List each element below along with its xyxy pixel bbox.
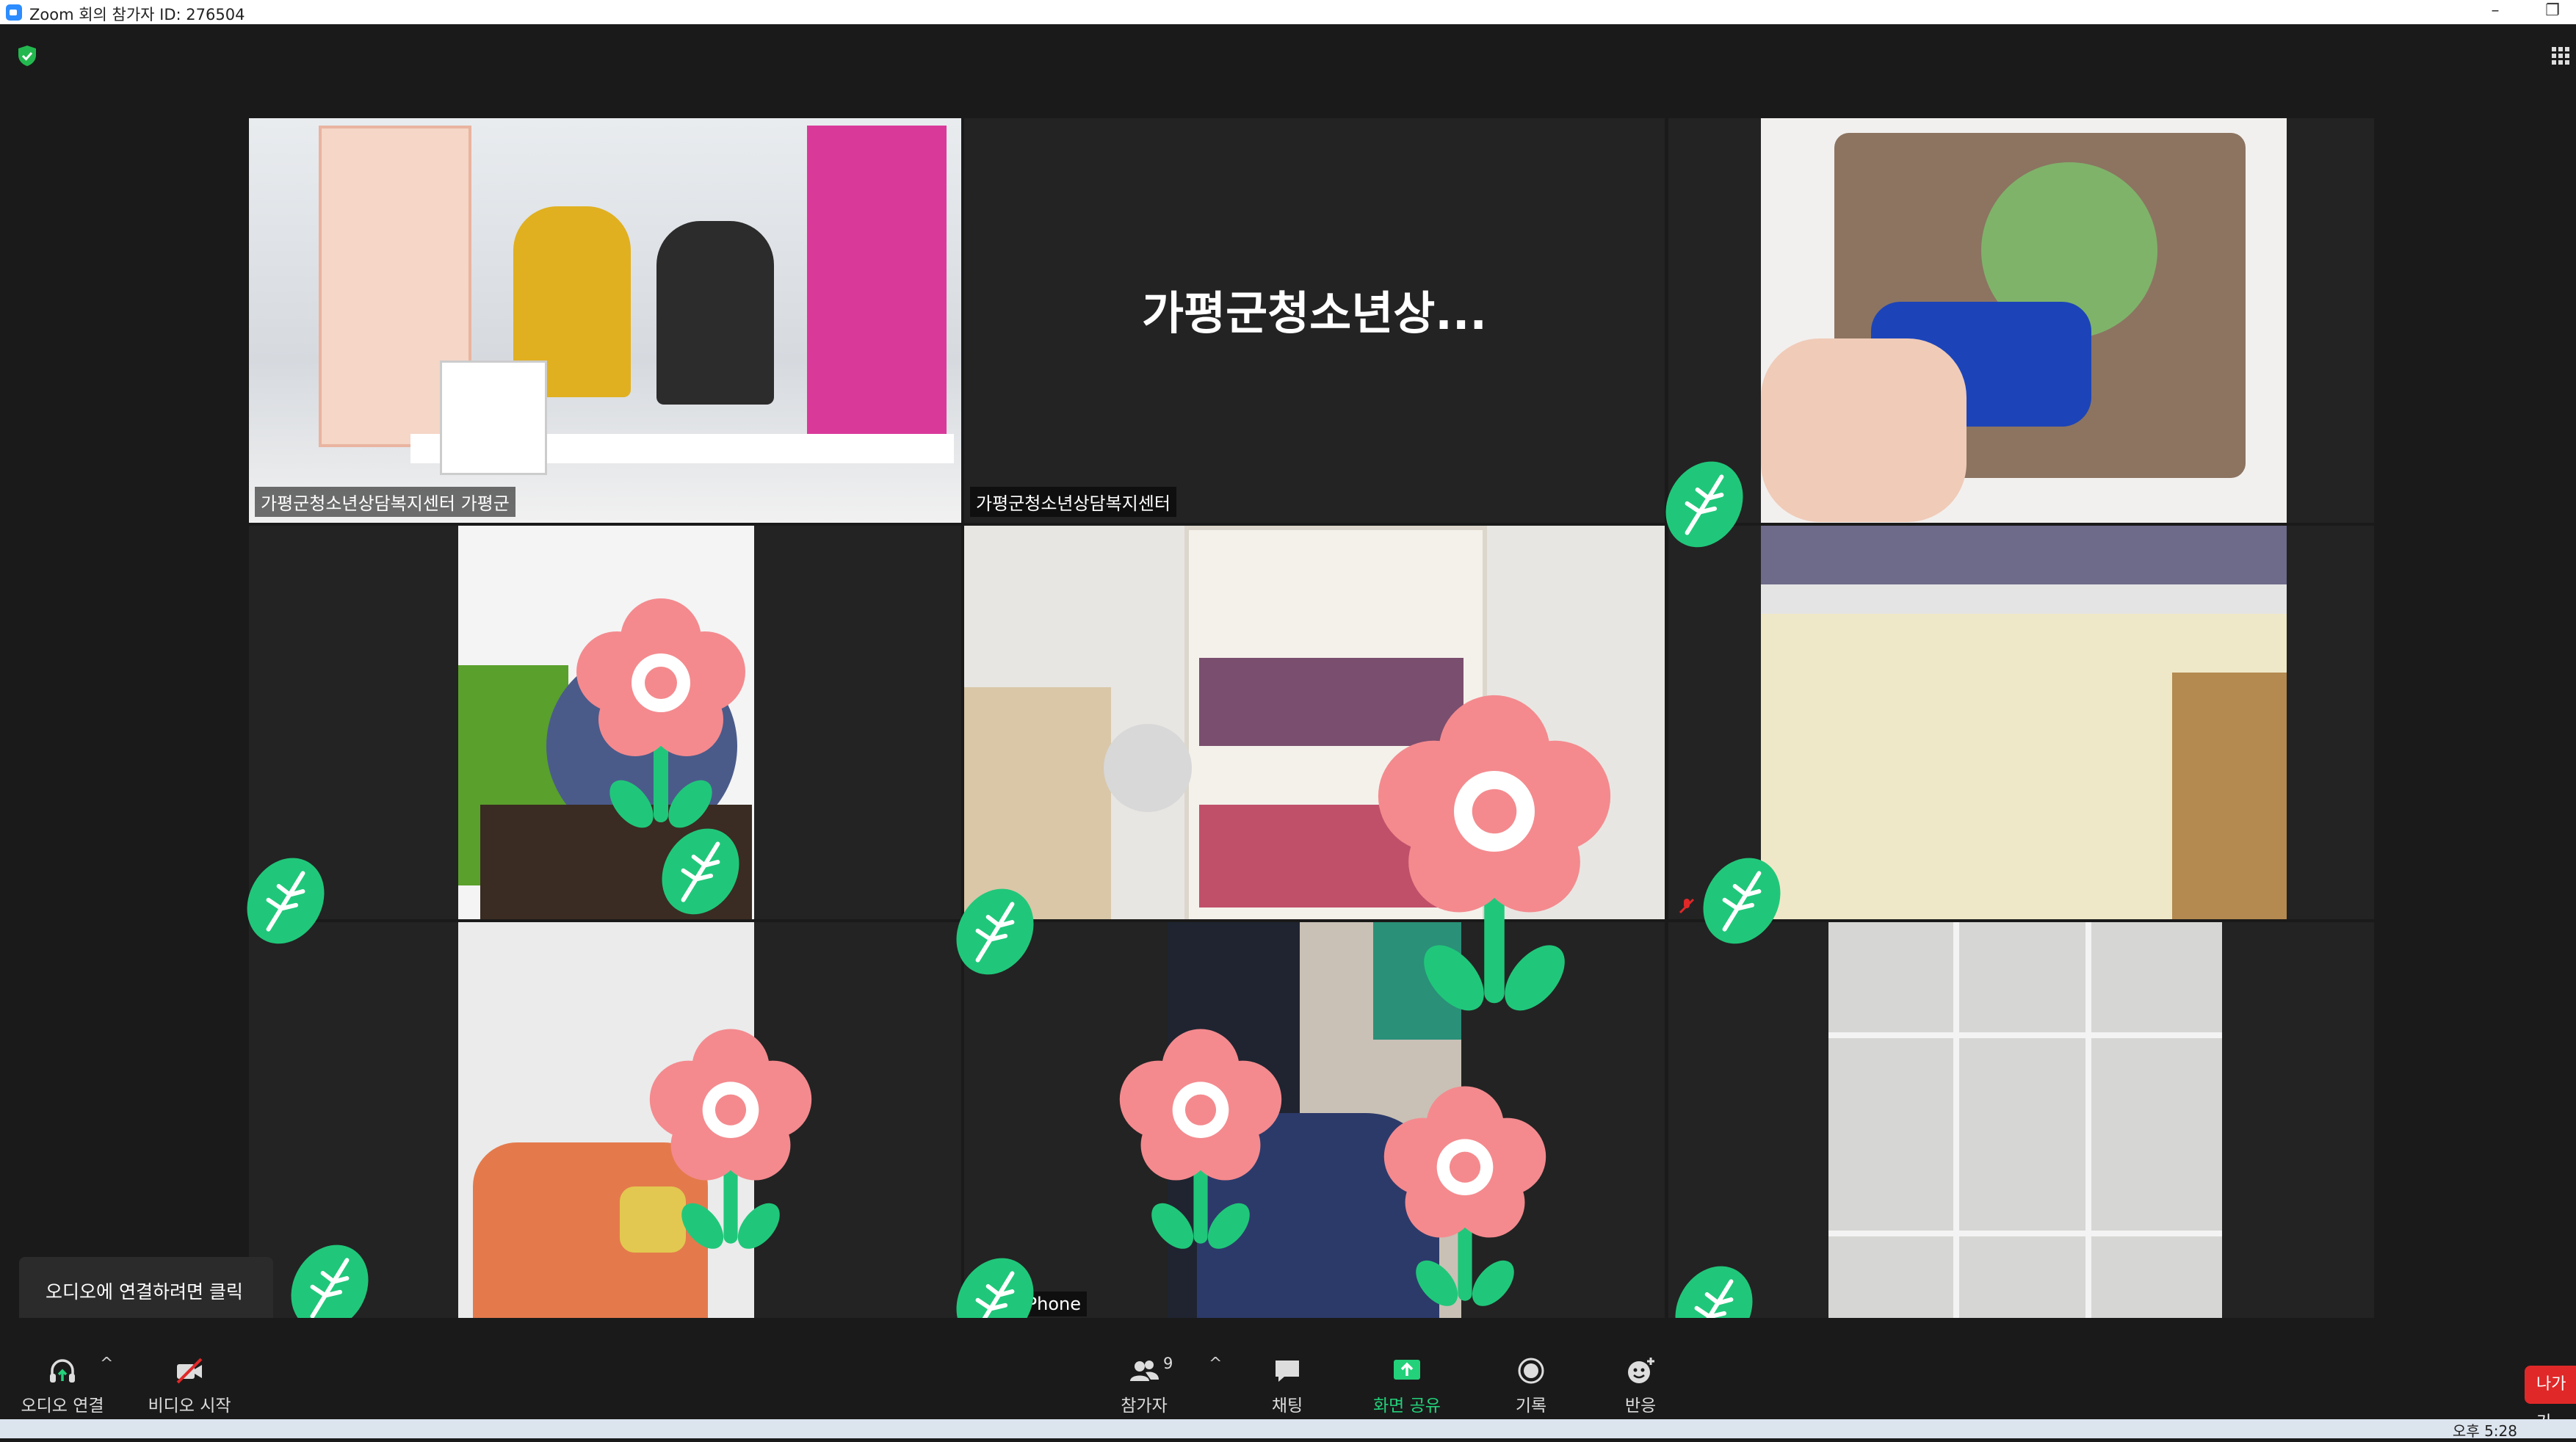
- video-tile-2[interactable]: 가평군청소년상... 가평군청소년상담복지센터: [964, 118, 1665, 523]
- video-label: 비디오 시작: [148, 1396, 231, 1416]
- leave-button[interactable]: 나가기: [2525, 1366, 2576, 1432]
- video-feed: [1761, 118, 2287, 523]
- start-video-button[interactable]: 비디오 시작: [123, 1355, 256, 1416]
- video-off-icon: [176, 1358, 203, 1384]
- ceiling-molding: [1761, 584, 2287, 614]
- tile-line: [1828, 1231, 2222, 1236]
- reaction-icon: [1628, 1358, 1654, 1383]
- tile-line: [1828, 1032, 2222, 1038]
- tile-line: [2085, 922, 2091, 1322]
- video-feed: [249, 118, 961, 523]
- chat-button[interactable]: 채팅: [1221, 1355, 1353, 1416]
- os-taskbar: 오후 5:28: [0, 1419, 2576, 1440]
- video-feed: [1761, 526, 2287, 919]
- meeting-toolbar: 오디오 연결 ^ 비디오 시작 참가자 9 ^ 채팅 화면 공유 기록 반응: [0, 1318, 2576, 1419]
- chat-label: 채팅: [1271, 1396, 1303, 1416]
- reactions-label: 반응: [1624, 1396, 1657, 1416]
- participants-icon: [1130, 1361, 1159, 1381]
- record-icon: [1518, 1358, 1544, 1384]
- flower-sticker: [1383, 1086, 1546, 1306]
- poster-right: [807, 126, 947, 434]
- record-label: 기록: [1515, 1396, 1547, 1416]
- ceiling-shadow: [1761, 526, 2287, 584]
- shield-icon[interactable]: [18, 45, 37, 67]
- flower-sticker: [649, 1029, 812, 1249]
- audio-label: 오디오 연결: [21, 1396, 104, 1416]
- person-black: [656, 221, 774, 405]
- share-label: 화면 공유: [1373, 1396, 1441, 1416]
- audio-options-caret[interactable]: ^: [100, 1355, 113, 1373]
- tile-label: 가평군청소년상담복지센터 가평군: [255, 487, 515, 517]
- participant-display-name: 가평군청소년상...: [1142, 286, 1487, 340]
- gallery-grid-icon[interactable]: [2551, 46, 2570, 65]
- sign-board: [440, 360, 547, 475]
- share-screen-icon: [1394, 1360, 1420, 1380]
- zoom-app-icon: [6, 4, 22, 21]
- mute-icon: [1679, 898, 1695, 914]
- restore-button[interactable]: ❐: [2530, 0, 2575, 24]
- participants-button[interactable]: 참가자: [1078, 1355, 1210, 1416]
- tooltip-text: 오디오에 연결하려면 클릭: [46, 1281, 243, 1302]
- participants-options-caret[interactable]: ^: [1209, 1355, 1222, 1373]
- minimize-button[interactable]: –: [2473, 0, 2517, 24]
- tile-line: [1953, 922, 1959, 1322]
- leaf-sticker: [956, 888, 1034, 975]
- reactions-button[interactable]: 반응: [1574, 1355, 1707, 1416]
- audio-tooltip: 오디오에 연결하려면 클릭: [19, 1257, 273, 1339]
- participants-count: 9: [1163, 1355, 1173, 1372]
- leaf-sticker: [247, 858, 325, 944]
- video-tile-1[interactable]: 가평군청소년상담복지센터 가평군: [249, 118, 961, 523]
- flower-sticker: [1378, 695, 1611, 1011]
- participants-label: 참가자: [1121, 1396, 1168, 1416]
- window-frame: [2172, 673, 2287, 919]
- share-screen-button[interactable]: 화면 공유: [1341, 1355, 1473, 1416]
- chat-icon: [1276, 1361, 1299, 1382]
- window-title: Zoom 회의 참가자 ID: 276504: [29, 6, 245, 23]
- video-tile-9[interactable]: [1668, 922, 2374, 1322]
- hand: [1761, 338, 1967, 522]
- tile-label: 가평군청소년상담복지센터: [970, 487, 1176, 517]
- title-bar: Zoom 회의 참가자 ID: 276504 – ❐: [0, 0, 2576, 24]
- video-feed: [1828, 922, 2222, 1322]
- video-tile-3[interactable]: [1668, 118, 2374, 523]
- leaf-sticker: [662, 828, 739, 915]
- headphone-icon: [50, 1359, 75, 1383]
- fan: [1104, 724, 1192, 812]
- flower-sticker: [576, 598, 745, 828]
- flower-sticker: [1119, 1029, 1282, 1249]
- leaf-sticker: [1665, 461, 1743, 548]
- leaf-sticker: [1703, 858, 1781, 944]
- taskbar-clock: 오후 5:28: [2452, 1422, 2517, 1440]
